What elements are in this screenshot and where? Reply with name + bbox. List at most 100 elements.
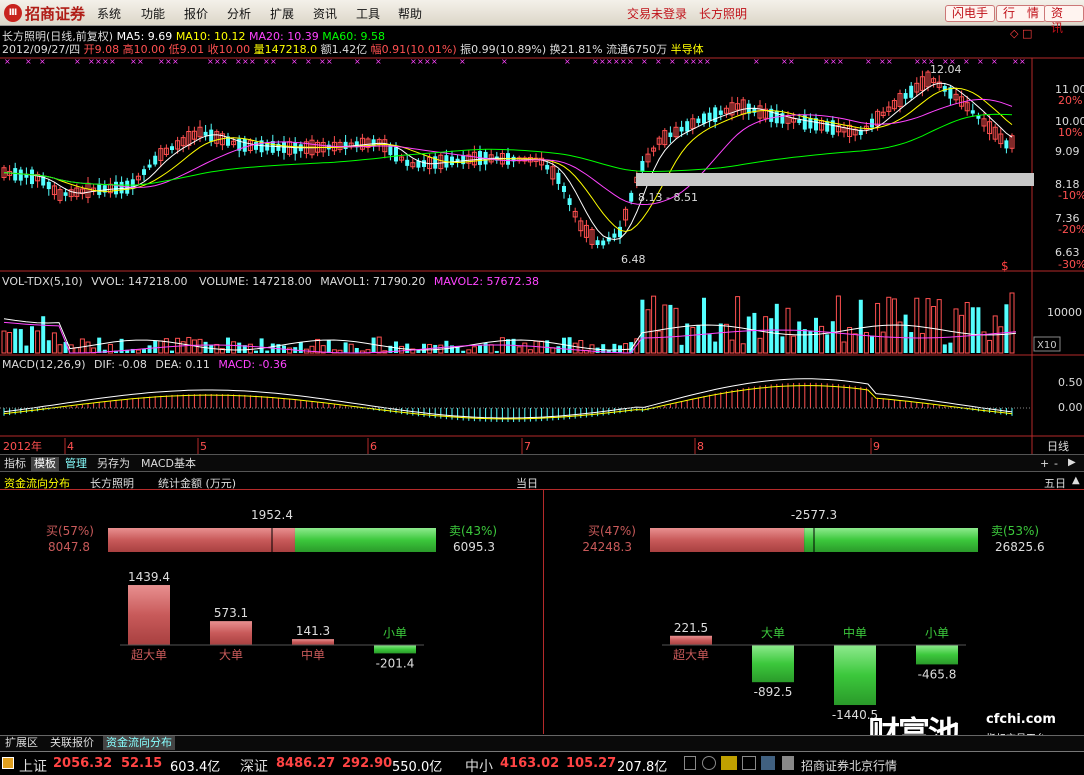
- price-axis-tick: 10%: [1058, 126, 1082, 139]
- market-status-icon[interactable]: [2, 757, 14, 769]
- scroll-up-icon[interactable]: ▲: [1072, 475, 1080, 486]
- support-band-label: 8.13 - 8.51: [638, 191, 698, 204]
- tab-save-as[interactable]: 另存为: [94, 457, 133, 471]
- scroll-right-icon[interactable]: ▶: [1068, 457, 1076, 468]
- menu-function[interactable]: 功能: [141, 5, 165, 22]
- signal-mark: ×: [25, 57, 32, 66]
- signal-mark: ×: [788, 57, 795, 66]
- volume-bar-down: [354, 347, 359, 353]
- sh-label: 上证: [19, 759, 47, 775]
- menu-news[interactable]: 资讯: [313, 5, 337, 22]
- signal-mark: ×: [242, 57, 249, 66]
- sz-label: 深证: [240, 759, 268, 775]
- menu-help[interactable]: 帮助: [398, 5, 422, 22]
- volume-bar-down: [685, 323, 690, 353]
- sell-share-bar: [294, 528, 436, 552]
- dea-value: DEA: 0.11: [155, 358, 209, 371]
- macd-label: MACD(12,26,9): [2, 358, 86, 371]
- volume-bar-up: [466, 349, 472, 354]
- time-label-jun: 6: [370, 440, 377, 453]
- trade-login-link[interactable]: 交易未登录: [627, 5, 687, 22]
- dollar-icon[interactable]: $: [1001, 259, 1009, 273]
- volume-bar-down: [371, 337, 376, 353]
- news-button[interactable]: 资 讯: [1044, 5, 1084, 35]
- volume-bar-up: [522, 342, 528, 354]
- flow-bar-label: 超大单: [131, 647, 167, 662]
- volume-bar-down: [461, 350, 466, 353]
- signal-mark: ×: [4, 57, 11, 66]
- volume-bar-up: [79, 338, 85, 354]
- left-period-label[interactable]: 当日: [516, 475, 538, 491]
- candle-down: [170, 146, 174, 151]
- volume-bar-up: [488, 344, 494, 354]
- volume-bar-down: [903, 314, 908, 353]
- period-label[interactable]: 日线: [1047, 439, 1069, 453]
- candle-down: [46, 181, 51, 190]
- time-label-year: 2012年: [3, 439, 42, 453]
- network-icon[interactable]: [761, 756, 775, 770]
- zx-label: 中小: [465, 759, 493, 775]
- tab-template[interactable]: 模板: [31, 457, 59, 471]
- signal-mark: ×: [655, 57, 662, 66]
- lightning-hand-button[interactable]: 闪电手: [945, 5, 996, 22]
- right-period-label[interactable]: 五日: [1044, 475, 1066, 491]
- quote-button[interactable]: 行 情: [996, 5, 1047, 22]
- menu-quote[interactable]: 报价: [184, 5, 208, 22]
- tab-manage[interactable]: 管理: [62, 457, 90, 471]
- candle-down: [30, 169, 34, 185]
- sh-amount: 603.4亿: [170, 760, 221, 775]
- volume-bar-up: [623, 343, 629, 354]
- volume-bar-down: [142, 349, 146, 353]
- candle-down: [203, 131, 208, 136]
- time-label-jul: 7: [524, 440, 531, 453]
- volume-bar-up: [964, 302, 970, 354]
- price-axis-tick: -20%: [1058, 223, 1084, 236]
- menu-analysis[interactable]: 分析: [227, 5, 251, 22]
- volume-bar-down: [46, 340, 51, 353]
- volume-bar-down: [326, 340, 331, 353]
- candle-down: [270, 141, 275, 153]
- volume-bar-down: [825, 334, 830, 353]
- volume-bar-up: [527, 349, 533, 354]
- signal-mark: ×: [564, 57, 571, 66]
- candle-down: [114, 181, 118, 195]
- signal-mark: ×: [606, 57, 613, 66]
- tab-macd-basic[interactable]: MACD基本: [138, 457, 199, 471]
- globe-icon[interactable]: [702, 756, 716, 770]
- signal-mark: ×: [1019, 57, 1026, 66]
- bottom-tab-extension[interactable]: 扩展区: [2, 736, 41, 750]
- candle-down: [567, 198, 572, 205]
- zoom-out-icon[interactable]: -: [1054, 457, 1058, 470]
- volume-bar-up: [516, 346, 522, 354]
- kline-chart-area[interactable]: × × × × × × × × × × × × × × × × × × × × × × × × × × × × × × × × × × × × × × × ×…: [0, 26, 1084, 454]
- tab-indicator[interactable]: 指标: [1, 457, 29, 471]
- menu-system[interactable]: 系统: [97, 5, 121, 22]
- candle-down: [63, 192, 68, 196]
- stock-name-link[interactable]: 长方照明: [699, 5, 747, 22]
- signal-mark: ×: [214, 57, 221, 66]
- mail-icon[interactable]: [721, 756, 737, 770]
- volume-bar-down: [858, 299, 863, 353]
- volume-bar-up: [835, 295, 841, 354]
- candle-down: [1004, 140, 1009, 149]
- sz-index: 8486.27: [276, 756, 336, 771]
- signal-mark: ×: [326, 57, 333, 66]
- screen-icon[interactable]: [742, 756, 756, 770]
- volume-bar-up: [891, 298, 897, 354]
- flow-bar-label: 小单: [383, 626, 407, 640]
- signal-mark: ×: [501, 57, 508, 66]
- flow-bar-2: [834, 645, 876, 706]
- volume-bar-up: [936, 299, 942, 354]
- buy-share-bar: [108, 528, 295, 552]
- candle-down: [153, 155, 158, 165]
- calculator-icon[interactable]: [684, 756, 696, 770]
- signal-mark: ×: [249, 57, 256, 66]
- candle-down: [405, 159, 410, 166]
- volume-bar-up: [841, 341, 847, 354]
- flow-bar-2: [292, 639, 334, 645]
- menu-tools[interactable]: 工具: [356, 5, 380, 22]
- zoom-in-icon[interactable]: +: [1040, 457, 1049, 470]
- menu-extend[interactable]: 扩展: [270, 5, 294, 22]
- bottom-tab-fund-flow[interactable]: 资金流向分布: [103, 736, 175, 750]
- bottom-tab-related-quote[interactable]: 关联报价: [47, 736, 97, 750]
